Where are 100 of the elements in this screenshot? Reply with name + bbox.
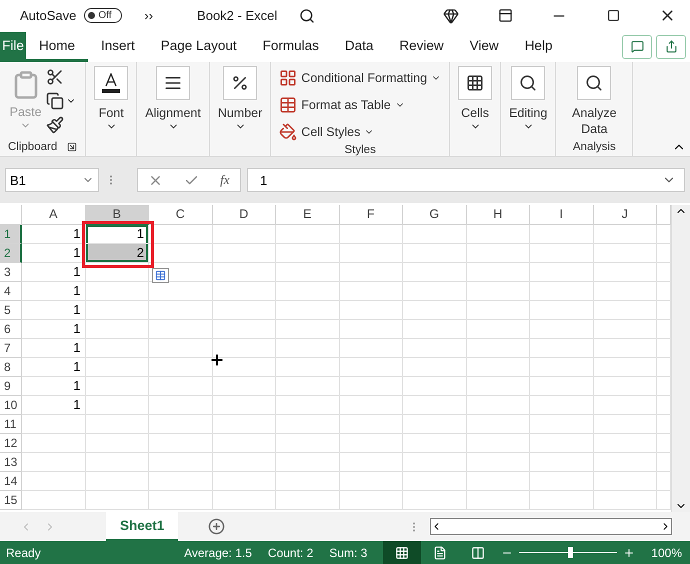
table-cell bbox=[403, 244, 466, 263]
font-button[interactable]: Font bbox=[94, 66, 128, 138]
maximize-icon[interactable] bbox=[606, 9, 620, 22]
sheet-tab[interactable]: Sheet1 bbox=[106, 512, 178, 541]
table-cell bbox=[149, 244, 212, 263]
number-button[interactable]: Number bbox=[218, 66, 262, 138]
normal-view-button[interactable] bbox=[383, 541, 422, 564]
table-cell bbox=[212, 358, 276, 377]
conditional-formatting-button[interactable]: Conditional Formatting bbox=[279, 66, 442, 90]
row-header[interactable]: 13 bbox=[0, 452, 22, 472]
table-cell bbox=[594, 244, 657, 263]
formula-field[interactable]: 1 bbox=[247, 168, 685, 192]
status-text: Ready bbox=[6, 546, 41, 560]
autosave-toggle[interactable]: Off bbox=[84, 8, 122, 24]
table-cell bbox=[22, 472, 86, 491]
table-cell bbox=[594, 490, 657, 510]
table-cell bbox=[466, 358, 530, 377]
editing-button[interactable]: Editing bbox=[509, 66, 548, 138]
row-header[interactable]: 12 bbox=[0, 434, 22, 453]
table-cell bbox=[276, 358, 340, 377]
row-header[interactable]: 14 bbox=[0, 472, 22, 491]
ribbon-display-icon[interactable] bbox=[498, 8, 512, 24]
zoom-thumb[interactable] bbox=[568, 547, 574, 558]
ribbon-tab[interactable]: Page Layout bbox=[148, 32, 250, 62]
column-header[interactable]: H bbox=[466, 204, 530, 225]
status-stat: Average: 1.5 bbox=[184, 546, 252, 560]
format-as-table-button[interactable]: Format as Table bbox=[279, 93, 442, 116]
column-header[interactable]: F bbox=[340, 204, 403, 225]
table-cell bbox=[403, 414, 466, 434]
table-cell bbox=[276, 490, 340, 510]
row-header[interactable]: 11 bbox=[0, 414, 22, 434]
table-cell bbox=[86, 376, 149, 396]
row-header[interactable]: 9 bbox=[0, 376, 22, 396]
comments-button[interactable] bbox=[622, 34, 652, 59]
font-color-icon bbox=[102, 73, 120, 94]
zoom-in-icon[interactable] bbox=[623, 546, 636, 558]
diamond-icon[interactable] bbox=[443, 8, 459, 24]
table-cell bbox=[276, 224, 340, 244]
file-tab[interactable]: File bbox=[0, 32, 26, 62]
ribbon-tab[interactable]: Insert bbox=[88, 32, 148, 62]
alignment-button[interactable]: Alignment bbox=[145, 66, 201, 138]
table-cell bbox=[530, 282, 594, 301]
table-cell bbox=[466, 376, 530, 396]
comment-icon bbox=[630, 40, 644, 54]
ribbon-tab[interactable]: Formulas bbox=[250, 32, 332, 62]
table-cell: 1 bbox=[86, 224, 149, 244]
table-cell bbox=[212, 224, 276, 244]
table-cell bbox=[403, 282, 466, 301]
table-cell bbox=[466, 224, 530, 244]
dialog-launcher-icon[interactable] bbox=[67, 142, 78, 152]
table-cell bbox=[86, 358, 149, 377]
analyze-data-button[interactable]: Analyze Data bbox=[564, 66, 624, 138]
ribbon-tab[interactable]: View bbox=[456, 32, 512, 62]
table-cell bbox=[149, 224, 212, 244]
column-header[interactable]: E bbox=[276, 204, 340, 225]
quick-analysis-button[interactable] bbox=[152, 268, 169, 283]
row-header[interactable]: 2 bbox=[0, 244, 22, 263]
table-cell bbox=[86, 452, 149, 472]
table-icon bbox=[279, 96, 298, 114]
share-button[interactable] bbox=[656, 34, 686, 59]
table-cell bbox=[657, 244, 671, 263]
name-box[interactable]: B1 bbox=[5, 168, 99, 192]
column-header[interactable]: I bbox=[530, 204, 594, 225]
row-header[interactable]: 7 bbox=[0, 338, 22, 358]
insert-function-button[interactable]: fx bbox=[220, 172, 230, 188]
table-cell bbox=[276, 472, 340, 491]
row-header[interactable]: 15 bbox=[0, 490, 22, 510]
add-sheet-icon[interactable] bbox=[208, 518, 226, 535]
vertical-scrollbar[interactable] bbox=[671, 204, 690, 512]
row-header[interactable]: 3 bbox=[0, 262, 22, 282]
row-header[interactable]: 10 bbox=[0, 396, 22, 415]
overflow-button[interactable]: ›› bbox=[144, 8, 154, 24]
table-cell bbox=[22, 490, 86, 510]
table-cell bbox=[657, 490, 671, 510]
table-cell bbox=[466, 452, 530, 472]
search-icon[interactable] bbox=[299, 8, 316, 24]
row-header[interactable]: 6 bbox=[0, 320, 22, 339]
column-header[interactable]: J bbox=[594, 204, 657, 225]
table-cell bbox=[86, 300, 149, 320]
cells-button[interactable]: Cells bbox=[458, 66, 492, 138]
table-cell bbox=[149, 414, 212, 434]
column-header[interactable]: G bbox=[403, 204, 466, 225]
table-cell bbox=[594, 414, 657, 434]
ribbon-tab[interactable]: Review bbox=[386, 32, 457, 62]
row-header[interactable]: 8 bbox=[0, 358, 22, 377]
column-header[interactable]: C bbox=[149, 204, 212, 225]
column-header[interactable]: D bbox=[212, 204, 276, 225]
table-cell bbox=[340, 358, 403, 377]
row-header[interactable]: 1 bbox=[0, 224, 22, 244]
ribbon-tab[interactable]: Help bbox=[512, 32, 566, 62]
table-cell bbox=[212, 338, 276, 358]
column-header[interactable]: A bbox=[22, 204, 86, 225]
row-header[interactable]: 5 bbox=[0, 300, 22, 320]
copy-button[interactable] bbox=[46, 92, 76, 110]
table-cell bbox=[403, 262, 466, 282]
ribbon-tab[interactable]: Data bbox=[332, 32, 386, 62]
row-header[interactable]: 4 bbox=[0, 282, 22, 301]
table-cell bbox=[403, 338, 466, 358]
horizontal-scrollbar[interactable] bbox=[430, 518, 672, 535]
cell-styles-button[interactable]: Cell Styles bbox=[279, 120, 442, 144]
